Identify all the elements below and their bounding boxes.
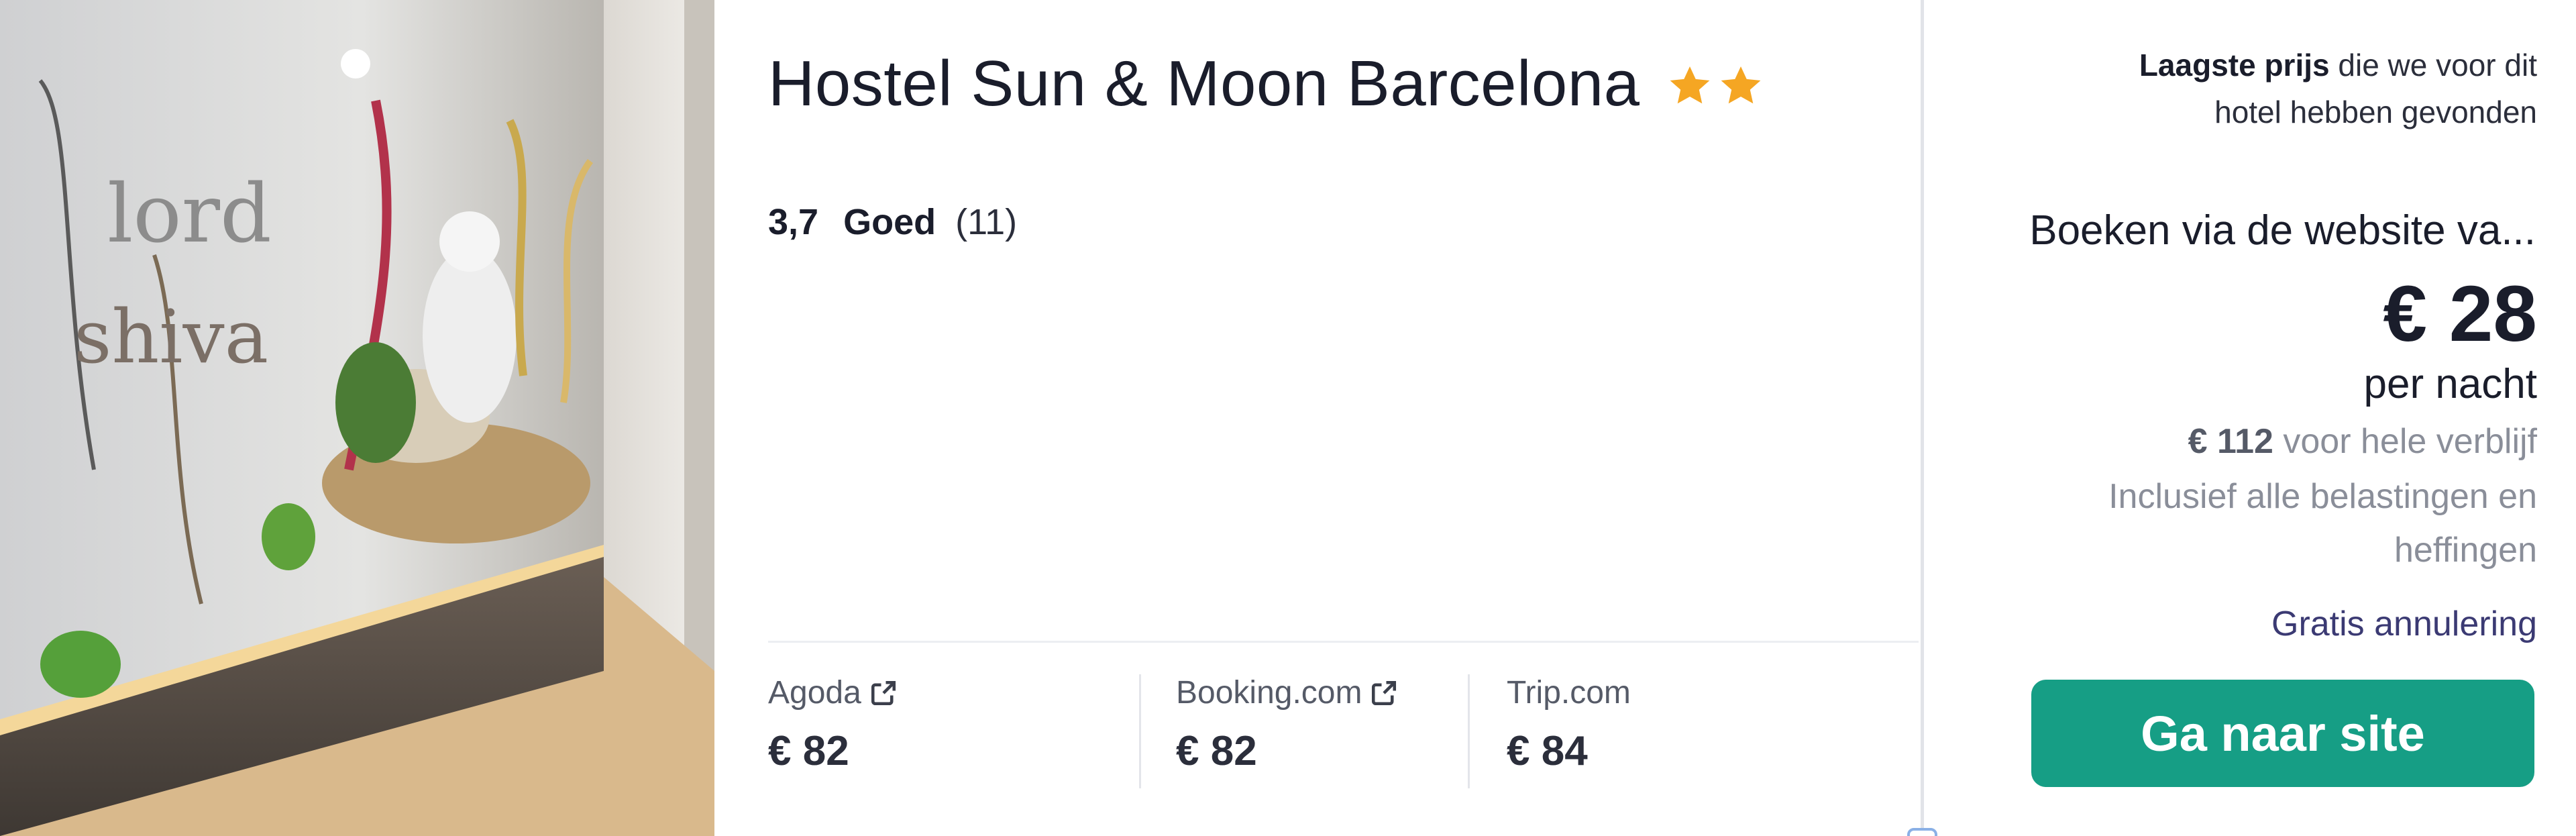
provider-price: € 84: [1507, 728, 1588, 774]
total-stay-price: € 112 voor hele verblijf: [2188, 421, 2537, 462]
divider: [768, 641, 1919, 643]
external-link-icon: [1372, 680, 1397, 705]
provider-prices: Agoda € 82 Booking.com € 82 Trip.com € 8…: [768, 674, 1750, 788]
provider-trip[interactable]: Trip.com € 84: [1468, 674, 1750, 788]
external-link-icon: [871, 680, 896, 705]
lowest-price-note: Laagste prijs die we voor dit hotel hebb…: [2000, 42, 2537, 136]
taxes-text: heffingen: [2394, 531, 2537, 570]
price-panel: Laagste prijs die we voor dit hotel hebb…: [1925, 0, 2576, 836]
rating-score: 3,7: [768, 202, 819, 242]
booking-source[interactable]: Boeken via de website va...: [2029, 207, 2536, 254]
hotel-photo-image: lord shiva: [0, 0, 714, 836]
free-cancellation: Gratis annulering: [2271, 605, 2537, 643]
svg-text:shiva: shiva: [74, 294, 268, 380]
per-night-label: per nacht: [2363, 361, 2537, 407]
provider-agoda[interactable]: Agoda € 82: [768, 674, 1139, 788]
hotel-name[interactable]: Hostel Sun & Moon Barcelona: [768, 47, 1640, 121]
provider-price: € 82: [768, 728, 849, 774]
review-count: (11): [955, 202, 1018, 242]
star-rating: [1666, 62, 1768, 111]
provider-booking[interactable]: Booking.com € 82: [1139, 674, 1468, 788]
hotel-photo[interactable]: lord shiva: [0, 0, 714, 836]
provider-price: € 82: [1176, 728, 1257, 774]
title-row: Hostel Sun & Moon Barcelona: [768, 47, 1768, 121]
panel-separator: [1921, 0, 1924, 836]
go-to-site-button[interactable]: Ga naar site: [2031, 680, 2534, 787]
star-icon: [1670, 66, 1709, 104]
review-rating[interactable]: 3,7 Goed (11): [768, 201, 1017, 243]
lowest-price-text: hotel hebben gevonden: [2214, 95, 2537, 129]
provider-name: Trip.com: [1507, 675, 1631, 711]
provider-name: Booking.com: [1176, 675, 1362, 711]
taxes-text: Inclusief alle belastingen en: [2108, 477, 2537, 516]
lowest-price-text: die we voor dit: [2338, 48, 2537, 83]
provider-name: Agoda: [768, 675, 861, 711]
nightly-price: € 28: [2383, 270, 2537, 358]
lowest-price-label: Laagste prijs: [2139, 48, 2330, 83]
total-suffix: voor hele verblijf: [2283, 422, 2537, 461]
svg-text:lord: lord: [107, 168, 272, 261]
hotel-info: Hostel Sun & Moon Barcelona 3,7 Goed (11…: [714, 0, 1922, 836]
rating-label: Goed: [843, 202, 936, 242]
taxes-note: Inclusief alle belastingen en heffingen: [2000, 470, 2537, 577]
total-amount: € 112: [2188, 422, 2273, 461]
star-icon: [1721, 66, 1760, 104]
